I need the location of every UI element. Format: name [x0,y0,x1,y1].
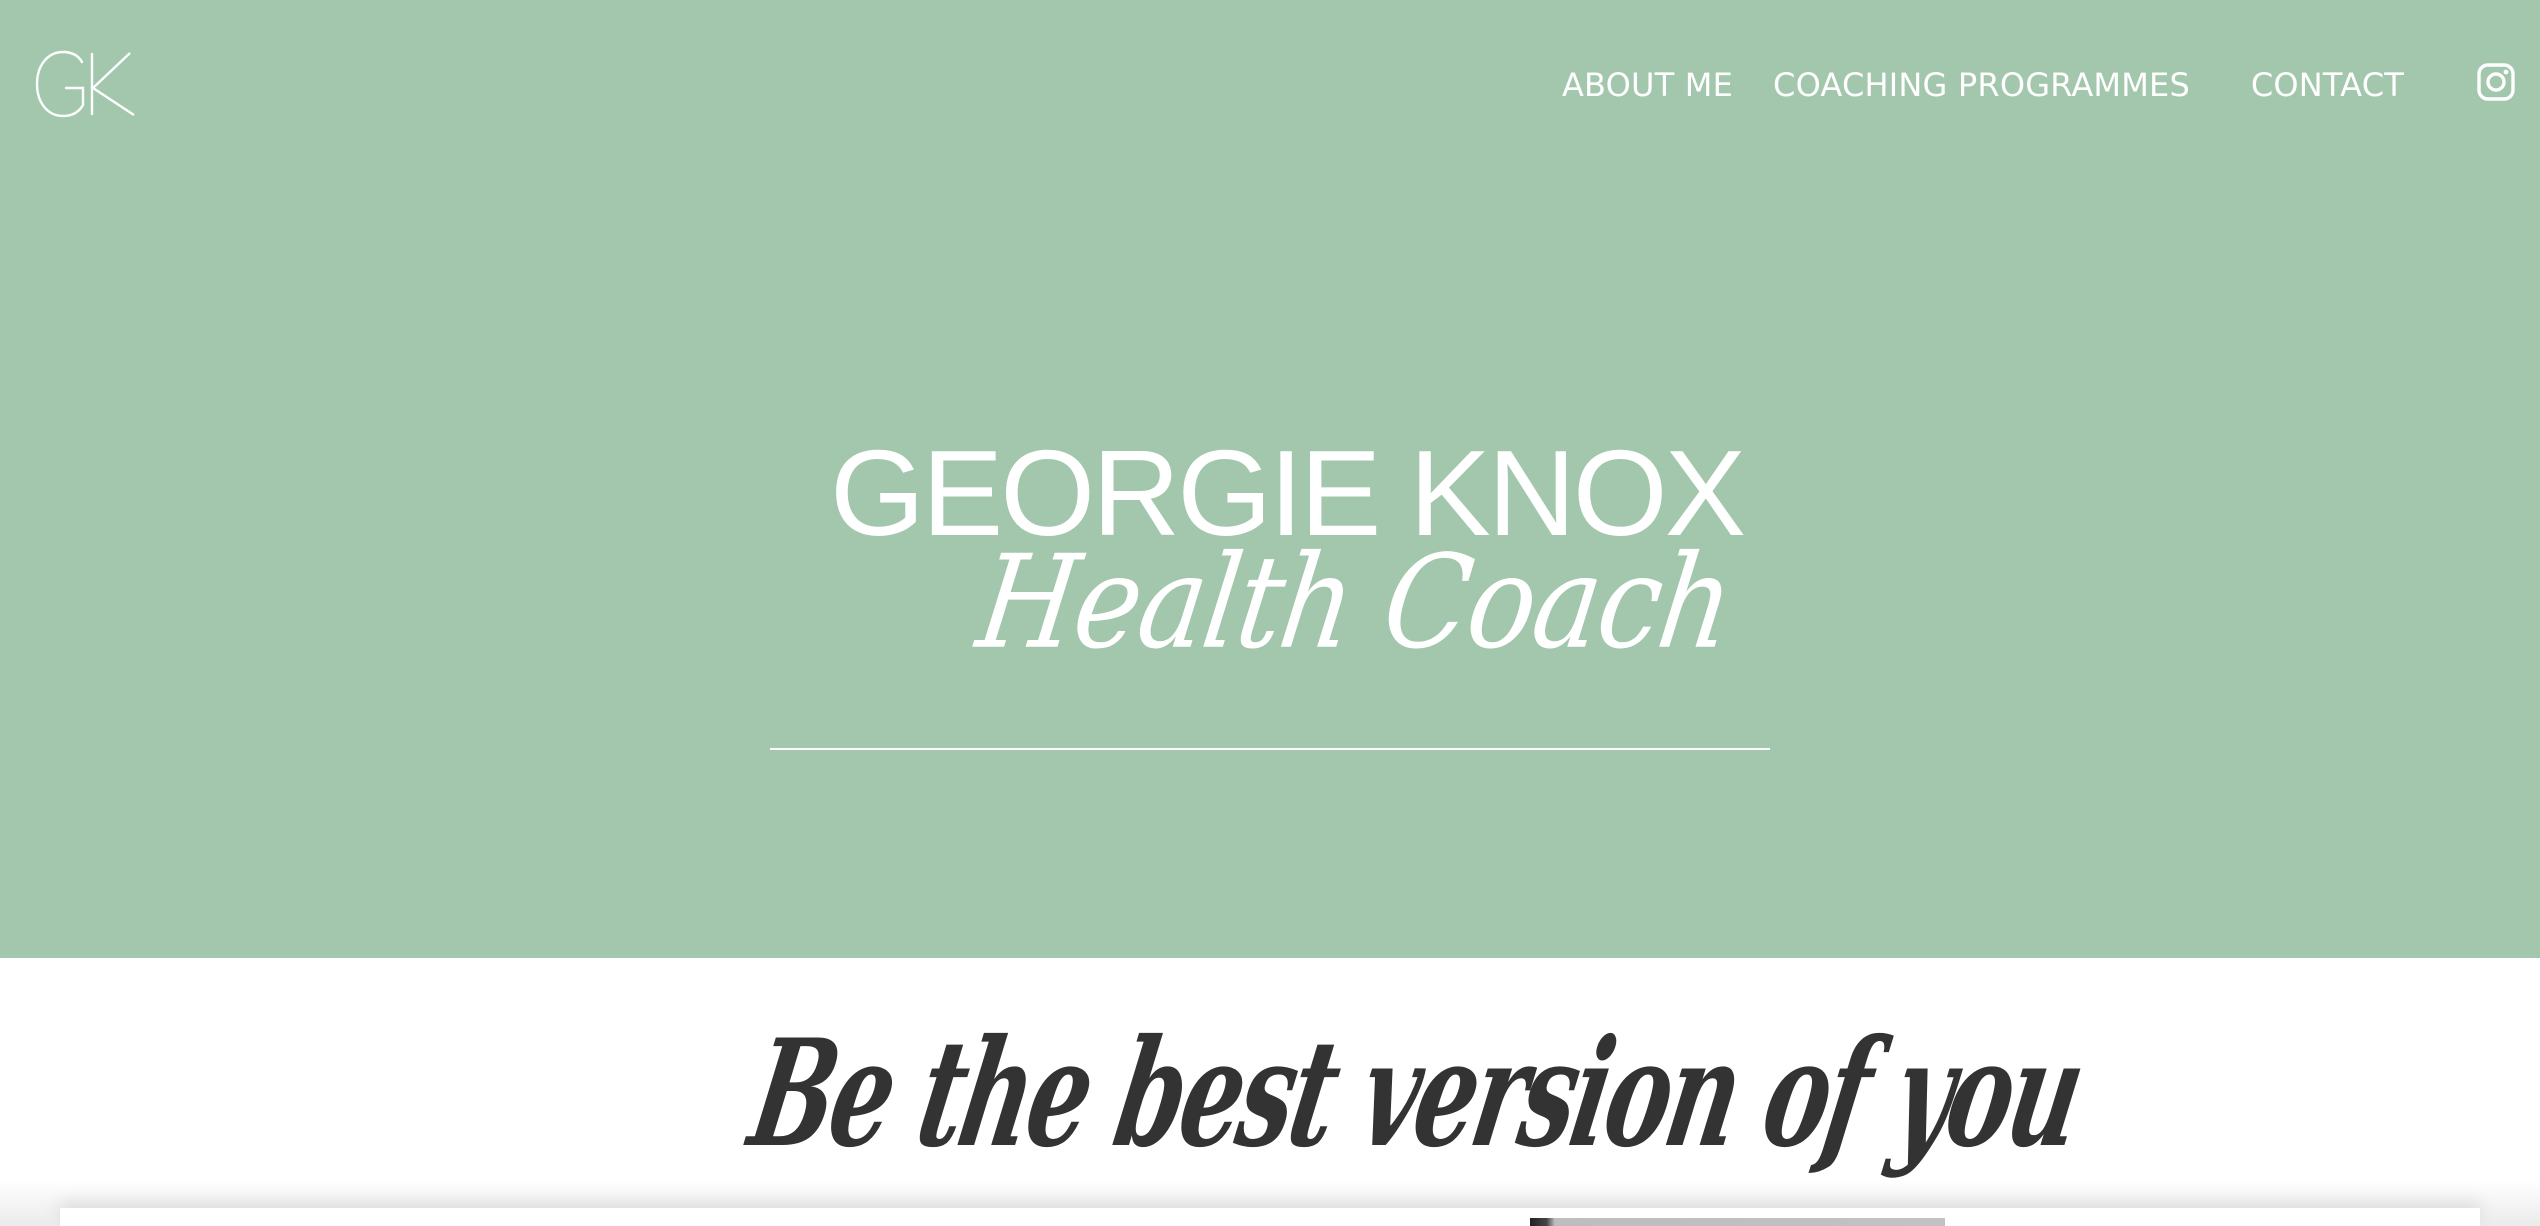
hero-brand-logo: GEORGIE KNOX Health Coach [780,420,1760,700]
instagram-icon [2477,63,2515,101]
site-logo-link[interactable] [32,48,140,120]
photo-image [1530,1218,1945,1226]
brand-script-tagline: Health Coach [969,528,1741,678]
nav-about-me[interactable]: ABOUT ME [1562,66,1733,104]
main-nav: ABOUT ME COACHING PROGRAMMES CONTACT [1440,60,2540,114]
gk-monogram-icon [35,50,135,118]
instagram-link[interactable] [2476,62,2516,102]
nav-coaching-programmes[interactable]: COACHING PROGRAMMES [1773,66,2190,104]
hero-section: ABOUT ME COACHING PROGRAMMES CONTACT GEO… [0,0,2540,958]
content-card [60,1208,2480,1226]
hero-divider [770,748,1770,750]
nav-contact[interactable]: CONTACT [2251,66,2404,104]
